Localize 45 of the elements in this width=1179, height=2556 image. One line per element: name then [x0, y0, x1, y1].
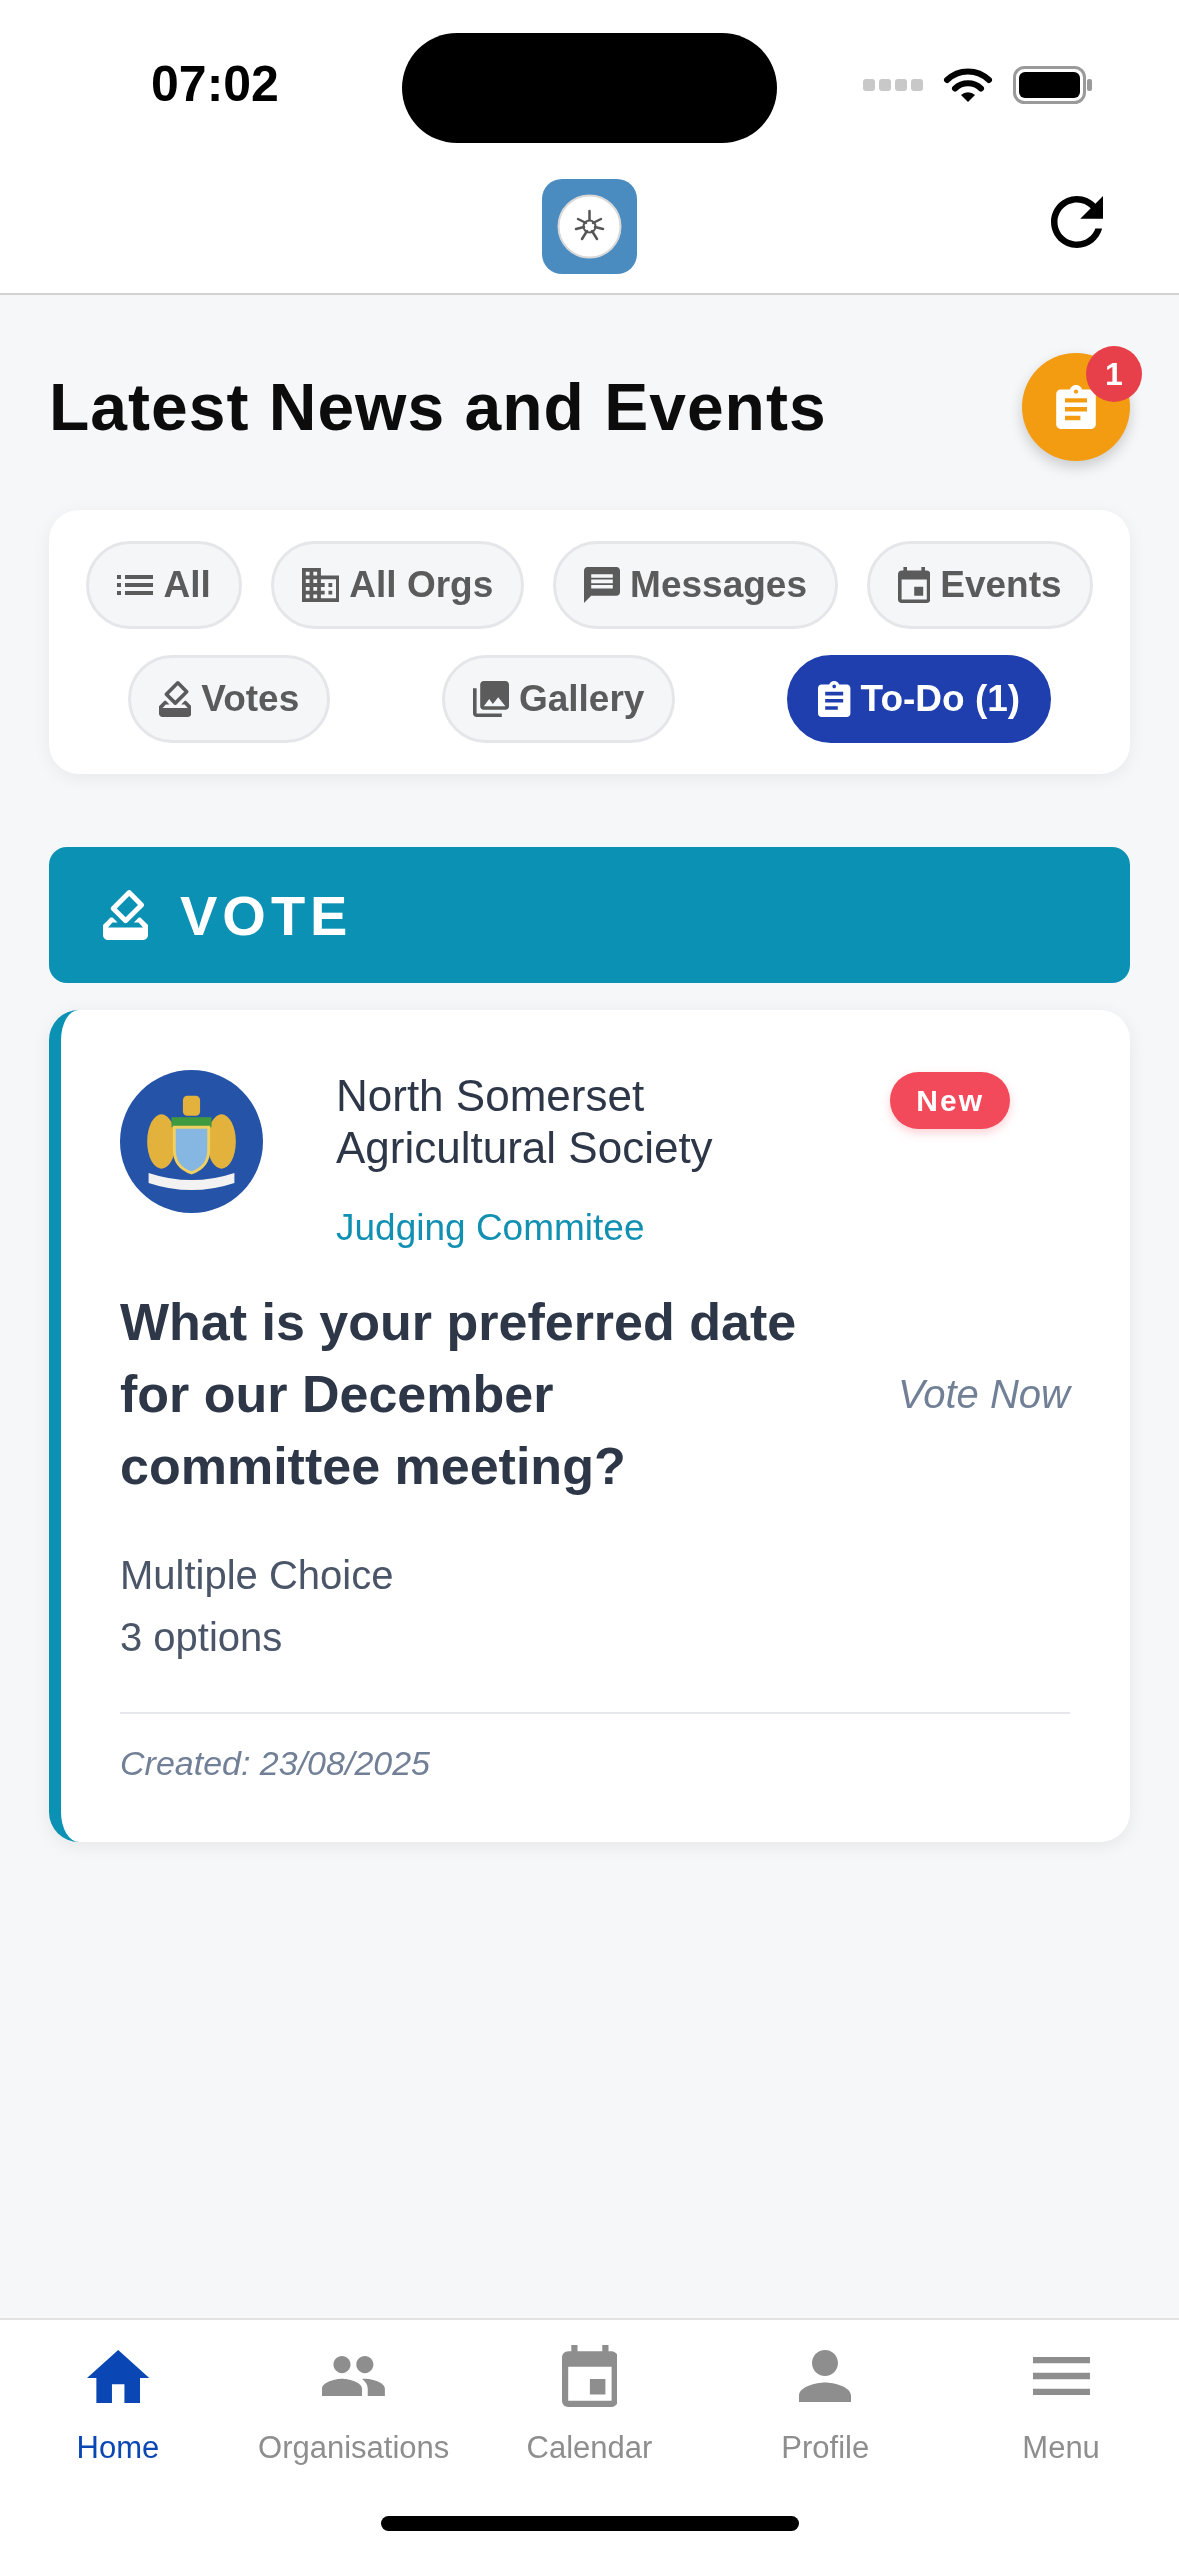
clipboard-icon — [1056, 385, 1096, 429]
people-icon — [322, 2356, 386, 2396]
filter-chip[interactable]: Votes — [127, 655, 331, 743]
filter-chip[interactable]: To-Do (1) — [787, 655, 1052, 743]
filter-chip[interactable]: Messages — [553, 541, 838, 629]
app-logo-icon — [542, 179, 637, 274]
building-icon — [301, 568, 340, 602]
gallery-icon — [472, 681, 509, 717]
refresh-icon[interactable] — [1051, 195, 1103, 248]
calendar-icon — [561, 2345, 618, 2407]
menu-icon — [1032, 2357, 1090, 2395]
vote-card[interactable]: North Somerset Agricultural Society Judging Commitee New What is your preferred date for our December committee meeting? Vote Now Multiple Choice 3 options Created: 23/08/2025 — [49, 1010, 1130, 1842]
message-icon — [584, 567, 621, 603]
person-icon — [799, 2350, 852, 2402]
vote-type: Multiple Choice — [120, 1552, 395, 1599]
home-icon — [86, 2349, 150, 2403]
nav-tab[interactable]: Profile — [707, 2320, 944, 2466]
filter-chip[interactable]: Events — [866, 541, 1093, 629]
nav-tab[interactable]: Menu — [943, 2320, 1179, 2466]
nav-tab[interactable]: Calendar — [471, 2320, 708, 2466]
ballot-box-icon — [103, 890, 148, 940]
created-date: Created: 23/08/2025 — [120, 1743, 432, 1784]
option-count: 3 options — [120, 1614, 284, 1661]
nav-tab[interactable]: Home — [0, 2320, 236, 2466]
committee-name: Judging Commitee — [336, 1206, 646, 1250]
calendar-icon — [897, 567, 931, 603]
status-time: 07:02 — [151, 55, 279, 114]
section-title: VOTE — [180, 882, 353, 948]
filter-chip[interactable]: Gallery — [441, 655, 676, 743]
organisation-name: North Somerset Agricultural Society — [336, 1070, 714, 1174]
nav-tab[interactable]: Organisations — [235, 2320, 472, 2466]
vote-now-link[interactable]: Vote Now — [898, 1371, 1070, 1417]
filter-chip[interactable]: All Orgs — [270, 541, 525, 629]
org-crest-icon — [120, 1070, 263, 1213]
filter-chip[interactable]: All — [86, 541, 242, 629]
list-icon — [117, 575, 154, 595]
page-title: Latest News and Events — [49, 369, 827, 445]
wifi-icon — [943, 67, 993, 103]
ballot-box-icon — [158, 681, 192, 717]
clipboard-icon — [818, 681, 851, 717]
battery-icon — [1013, 66, 1093, 104]
new-badge: New — [890, 1072, 1010, 1129]
vote-question: What is your preferred date for our December committee meeting? — [120, 1292, 798, 1497]
notification-badge: 1 — [1086, 346, 1142, 402]
signal-icon — [863, 78, 923, 92]
